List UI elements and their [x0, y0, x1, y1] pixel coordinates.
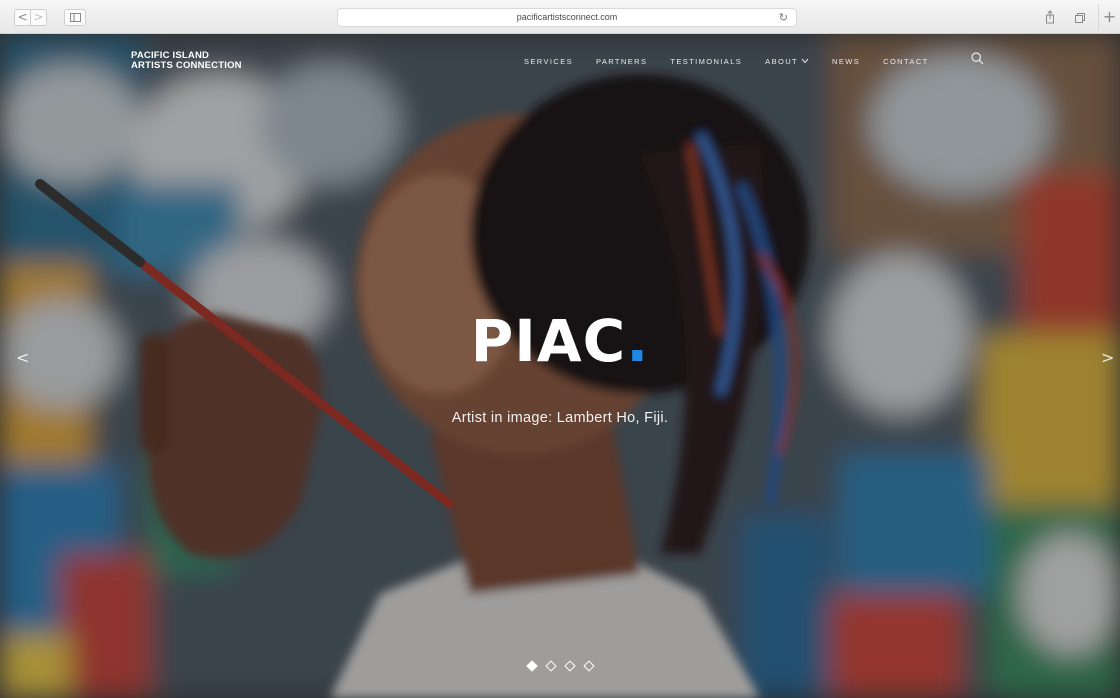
slider-prev-arrow[interactable]: < [16, 348, 29, 367]
nav-link-about[interactable]: ABOUT [765, 57, 809, 66]
hero-title-text: PIAC [470, 307, 627, 375]
nav-link-about-label: ABOUT [765, 56, 799, 66]
site-logo[interactable]: PACIFIC ISLAND ARTISTS CONNECTION [131, 51, 242, 70]
sidebar-toggle-button[interactable] [64, 9, 86, 26]
nav-link-news[interactable]: NEWS [832, 57, 860, 66]
new-tab-button[interactable]: + [1098, 4, 1120, 30]
slider-dot-1[interactable] [526, 660, 538, 672]
reload-icon[interactable]: ↻ [779, 11, 788, 24]
hero-title: PIAC. [0, 310, 1120, 372]
hero-caption: Artist in image: Lambert Ho, Fiji. [451, 410, 669, 426]
tabs-overview-button[interactable] [1070, 9, 1090, 26]
url-text: pacificartistsconnect.com [516, 12, 618, 22]
slider-pagination [526, 660, 604, 672]
share-icon [1046, 10, 1054, 24]
browser-toolbar: < > pacificartistsconnect.com ↻ + [0, 0, 1120, 34]
forward-button[interactable]: > [30, 9, 47, 26]
nav-link-partners[interactable]: PARTNERS [596, 57, 647, 66]
nav-link-services[interactable]: SERVICES [524, 57, 573, 66]
slider-dot-4[interactable] [583, 660, 595, 672]
back-button[interactable]: < [14, 9, 31, 26]
slider-next-arrow[interactable]: > [1101, 348, 1114, 367]
main-navigation: SERVICES PARTNERS TESTIMONIALS ABOUT NEW… [524, 54, 952, 68]
hero-slider: PACIFIC ISLAND ARTISTS CONNECTION SERVIC… [0, 34, 1120, 698]
tabs-icon [1075, 13, 1085, 23]
nav-link-contact[interactable]: CONTACT [883, 57, 929, 66]
logo-line-2: ARTISTS CONNECTION [131, 59, 242, 71]
address-bar[interactable]: pacificartistsconnect.com ↻ [337, 8, 797, 27]
nav-link-testimonials[interactable]: TESTIMONIALS [670, 57, 742, 66]
slider-dot-3[interactable] [564, 660, 576, 672]
hero-title-dot: . [626, 307, 650, 375]
sidebar-icon [70, 13, 81, 22]
chevron-down-icon [801, 58, 809, 64]
search-icon[interactable] [971, 52, 984, 65]
slider-dot-2[interactable] [545, 660, 557, 672]
share-button[interactable] [1040, 9, 1060, 26]
